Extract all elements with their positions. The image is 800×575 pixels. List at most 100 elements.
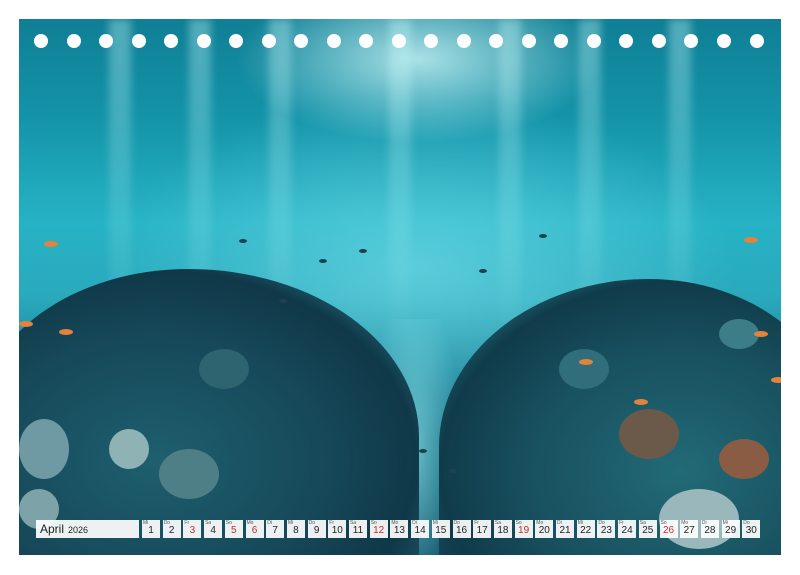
orange-fish: [754, 331, 768, 337]
day-number: 11: [352, 525, 364, 536]
binding-hole: [652, 34, 666, 48]
coral: [719, 319, 759, 349]
day-number: 4: [210, 525, 216, 536]
day-cell: Do 9: [307, 520, 326, 538]
day-number: 13: [393, 525, 405, 536]
day-cell: Do 2: [162, 520, 181, 538]
coral: [559, 349, 609, 389]
day-number: 7: [272, 525, 278, 536]
orange-fish: [579, 359, 593, 365]
day-cell: Di 14: [411, 520, 430, 538]
day-cell: Do 16: [452, 520, 471, 538]
day-cell: Sa 11: [349, 520, 367, 538]
day-cell: Do 23: [597, 520, 616, 538]
dark-fish: [239, 239, 247, 243]
binding-hole: [750, 34, 764, 48]
day-number: 12: [373, 525, 385, 536]
day-number: 21: [559, 525, 571, 536]
day-number: 27: [683, 525, 695, 536]
dark-fish: [359, 249, 367, 253]
dark-fish: [449, 469, 457, 473]
day-cell: So 5: [224, 520, 243, 538]
orange-fish: [44, 241, 58, 247]
binding-hole: [262, 34, 276, 48]
light-ray: [499, 19, 521, 349]
day-cell: Sa 25: [638, 520, 657, 538]
day-cell: So 26: [659, 520, 678, 538]
day-cell: Sa 18: [493, 520, 512, 538]
day-cell: Mi 29: [721, 520, 740, 538]
day-number: 16: [455, 525, 468, 536]
binding-hole: [489, 34, 503, 48]
orange-fish: [59, 329, 73, 335]
binding-hole: [392, 34, 406, 48]
calendar-page: April 2026 Mi 1 Do 2 Fr 3 Sa 4 So 5 Mo 6 Di 7 Mi 8 Do 9 Fr 1…: [0, 0, 800, 575]
day-cell: Mi 15: [431, 520, 450, 538]
coral: [659, 489, 739, 549]
day-cell: Sa 4: [204, 520, 223, 538]
day-number: 25: [642, 525, 654, 536]
coral: [109, 429, 149, 469]
day-number: 6: [251, 525, 258, 536]
day-number: 20: [538, 525, 550, 536]
day-cell: So 19: [514, 520, 533, 538]
dark-fish: [419, 449, 427, 453]
day-number: 30: [745, 525, 757, 536]
binding-hole: [554, 34, 568, 48]
orange-fish: [744, 237, 758, 243]
day-number: 26: [662, 525, 675, 536]
month-year: 2026: [68, 525, 89, 535]
binding-hole: [164, 34, 178, 48]
coral: [199, 349, 249, 389]
day-number: 22: [580, 525, 592, 536]
day-number: 23: [600, 525, 612, 536]
coral: [159, 449, 219, 499]
binding-hole: [619, 34, 633, 48]
day-cell: Mo 20: [535, 520, 554, 538]
binding-hole: [457, 34, 471, 48]
month-name: April: [40, 522, 65, 536]
day-number: 3: [189, 525, 196, 536]
day-number: 10: [331, 525, 343, 536]
binding-hole: [197, 34, 211, 48]
day-cell: Mo 6: [245, 520, 264, 538]
day-cell: So 12: [369, 520, 388, 538]
coral: [719, 439, 769, 479]
coral: [619, 409, 679, 459]
day-cell: Fr 24: [618, 520, 637, 538]
day-cell: Di 21: [556, 520, 574, 538]
binding-hole: [359, 34, 373, 48]
binding-hole: [132, 34, 146, 48]
calendar-strip: April 2026 Mi 1 Do 2 Fr 3 Sa 4 So 5 Mo 6 Di 7 Mi 8 Do 9 Fr 1…: [36, 520, 764, 538]
day-cell: Mo 13: [390, 520, 409, 538]
day-number: 14: [414, 525, 426, 536]
binding-hole: [327, 34, 341, 48]
day-cell: Fr 3: [183, 520, 202, 538]
coral-reef-left: [19, 269, 419, 555]
light-ray: [389, 19, 411, 349]
day-cell: Mi 8: [286, 520, 305, 538]
day-cell: Di 7: [266, 520, 285, 538]
orange-fish: [634, 399, 648, 405]
day-number: 29: [725, 525, 737, 536]
orange-fish: [19, 321, 33, 327]
binding-holes: [0, 34, 800, 50]
binding-hole: [67, 34, 81, 48]
dark-fish: [319, 259, 327, 263]
dark-fish: [279, 299, 287, 303]
day-cell: Di 28: [700, 520, 719, 538]
day-number: 5: [231, 525, 237, 536]
dark-fish: [479, 269, 487, 273]
day-cell: Mi 22: [576, 520, 595, 538]
coral: [19, 419, 69, 479]
month-label-box: April 2026: [36, 520, 139, 538]
binding-hole: [717, 34, 731, 48]
day-number: 24: [621, 525, 633, 536]
day-cell: Fr 10: [328, 520, 347, 538]
binding-hole: [99, 34, 113, 48]
orange-fish: [771, 377, 781, 383]
binding-hole: [34, 34, 48, 48]
day-cell: Fr 17: [473, 520, 492, 538]
day-number: 18: [497, 525, 509, 536]
binding-hole: [424, 34, 438, 48]
